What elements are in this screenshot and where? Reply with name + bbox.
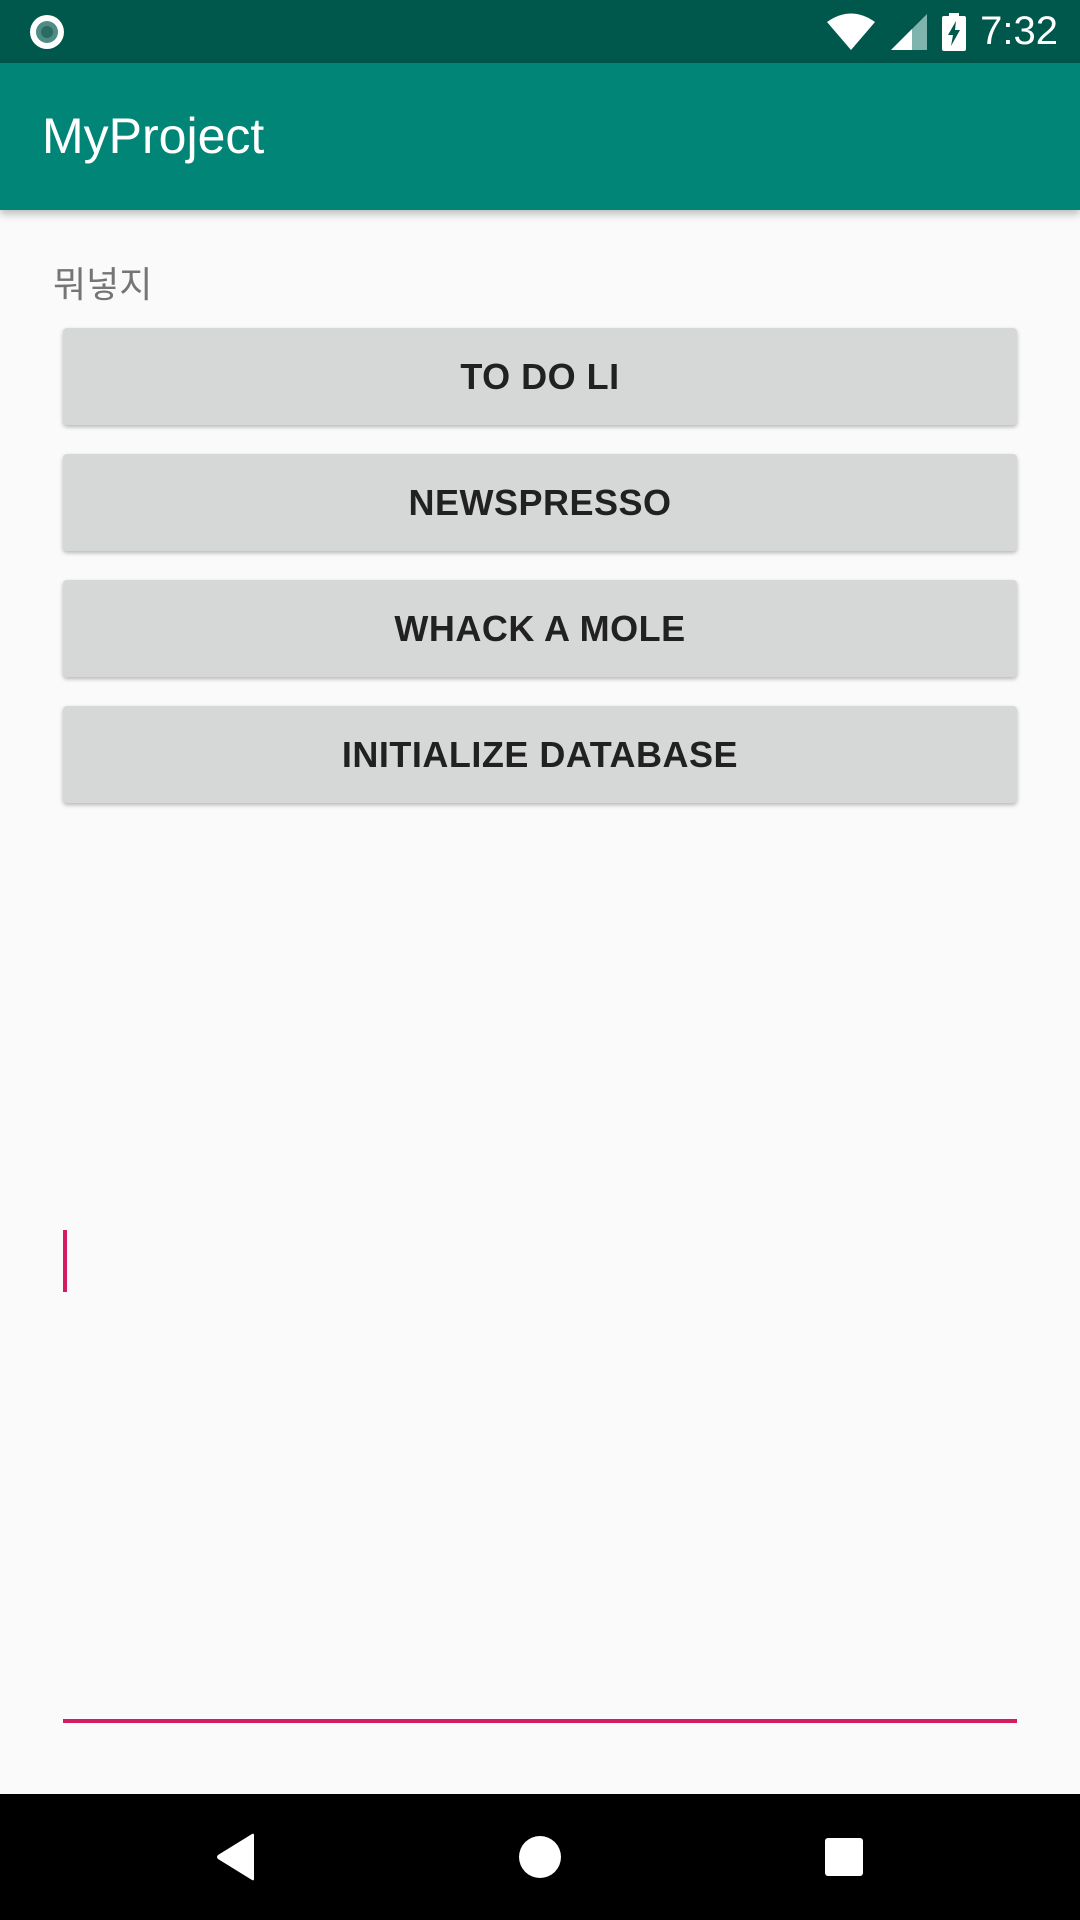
todo-list-button[interactable]: TO DO LI	[63, 328, 1017, 425]
back-icon	[217, 1833, 254, 1881]
main-content: 뭐넣지 TO DO LI NEWSPRESSO WHACK A MOLE INI…	[0, 210, 1080, 1794]
screen: 7:32 MyProject 뭐넣지 TO DO LI NEWSPRESSO W…	[0, 0, 1080, 1920]
battery-charging-icon	[942, 12, 967, 51]
initialize-database-button[interactable]: INITIALIZE DATABASE	[63, 706, 1017, 803]
home-icon	[519, 1836, 561, 1878]
back-button[interactable]	[196, 1817, 276, 1897]
text-cursor	[63, 1230, 67, 1292]
home-button[interactable]	[500, 1817, 580, 1897]
navigation-bar	[0, 1794, 1080, 1920]
status-time: 7:32	[980, 9, 1058, 53]
status-bar: 7:32	[0, 0, 1080, 63]
whack-a-mole-button[interactable]: WHACK A MOLE	[63, 580, 1017, 677]
recents-button[interactable]	[804, 1817, 884, 1897]
status-icons: 7:32	[826, 0, 1058, 63]
header-label: 뭐넣지	[53, 265, 153, 306]
recents-icon	[825, 1838, 863, 1876]
app-title: MyProject	[42, 108, 265, 164]
app-notification-icon	[30, 15, 64, 49]
cell-signal-icon	[891, 13, 928, 50]
newspresso-button[interactable]: NEWSPRESSO	[63, 454, 1017, 551]
wifi-icon	[827, 13, 876, 50]
input-underline	[63, 1719, 1017, 1723]
text-input-field[interactable]	[63, 1230, 1017, 1730]
app-bar: MyProject	[0, 63, 1080, 210]
